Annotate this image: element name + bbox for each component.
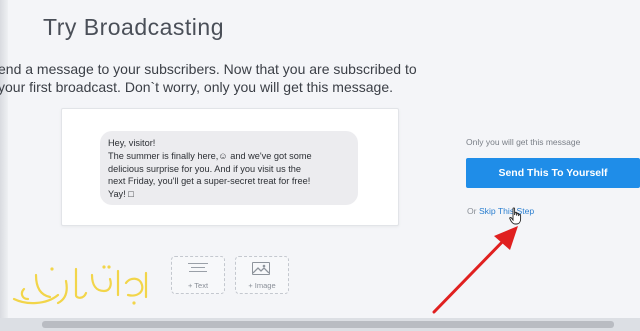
add-image-button[interactable]: + Image [235,256,289,294]
skip-row: Or Skip This Step [467,206,534,216]
message-line: delicious surprise for you. And if you v… [108,163,302,174]
intro-text: end a message to your subscribers. Now t… [0,60,638,96]
message-line: next Friday, you'll get a super-secret t… [108,176,311,187]
page-title: Try Broadcasting [43,14,224,40]
message-bubble[interactable]: Hey, visitor! The summer is finally here… [100,131,358,205]
watermark-logo [12,265,148,305]
intro-line: your first broadcast. Don`t worry, only … [0,79,394,95]
add-image-label: + Image [248,281,276,290]
image-block-icon [252,262,270,275]
message-line: The summer is finally here,☺ and we've g… [108,150,312,161]
scrollbar-thumb[interactable] [42,321,614,328]
text-block-icon [188,263,208,273]
skip-step-link[interactable]: Skip This Step [479,206,534,216]
recipient-note: Only you will get this message [466,137,581,147]
skip-prefix: Or [467,206,479,216]
send-to-yourself-button[interactable]: Send This To Yourself [466,158,640,188]
add-text-label: + Text [187,281,209,290]
annotation-arrow-icon [432,226,518,314]
message-preview-card: Hey, visitor! The summer is finally here… [61,108,399,226]
intro-line: end a message to your subscribers. Now t… [0,61,417,77]
add-text-button[interactable]: + Text [171,256,225,294]
message-line: Yay! □ [108,189,134,200]
message-line: Hey, visitor! [108,138,156,148]
